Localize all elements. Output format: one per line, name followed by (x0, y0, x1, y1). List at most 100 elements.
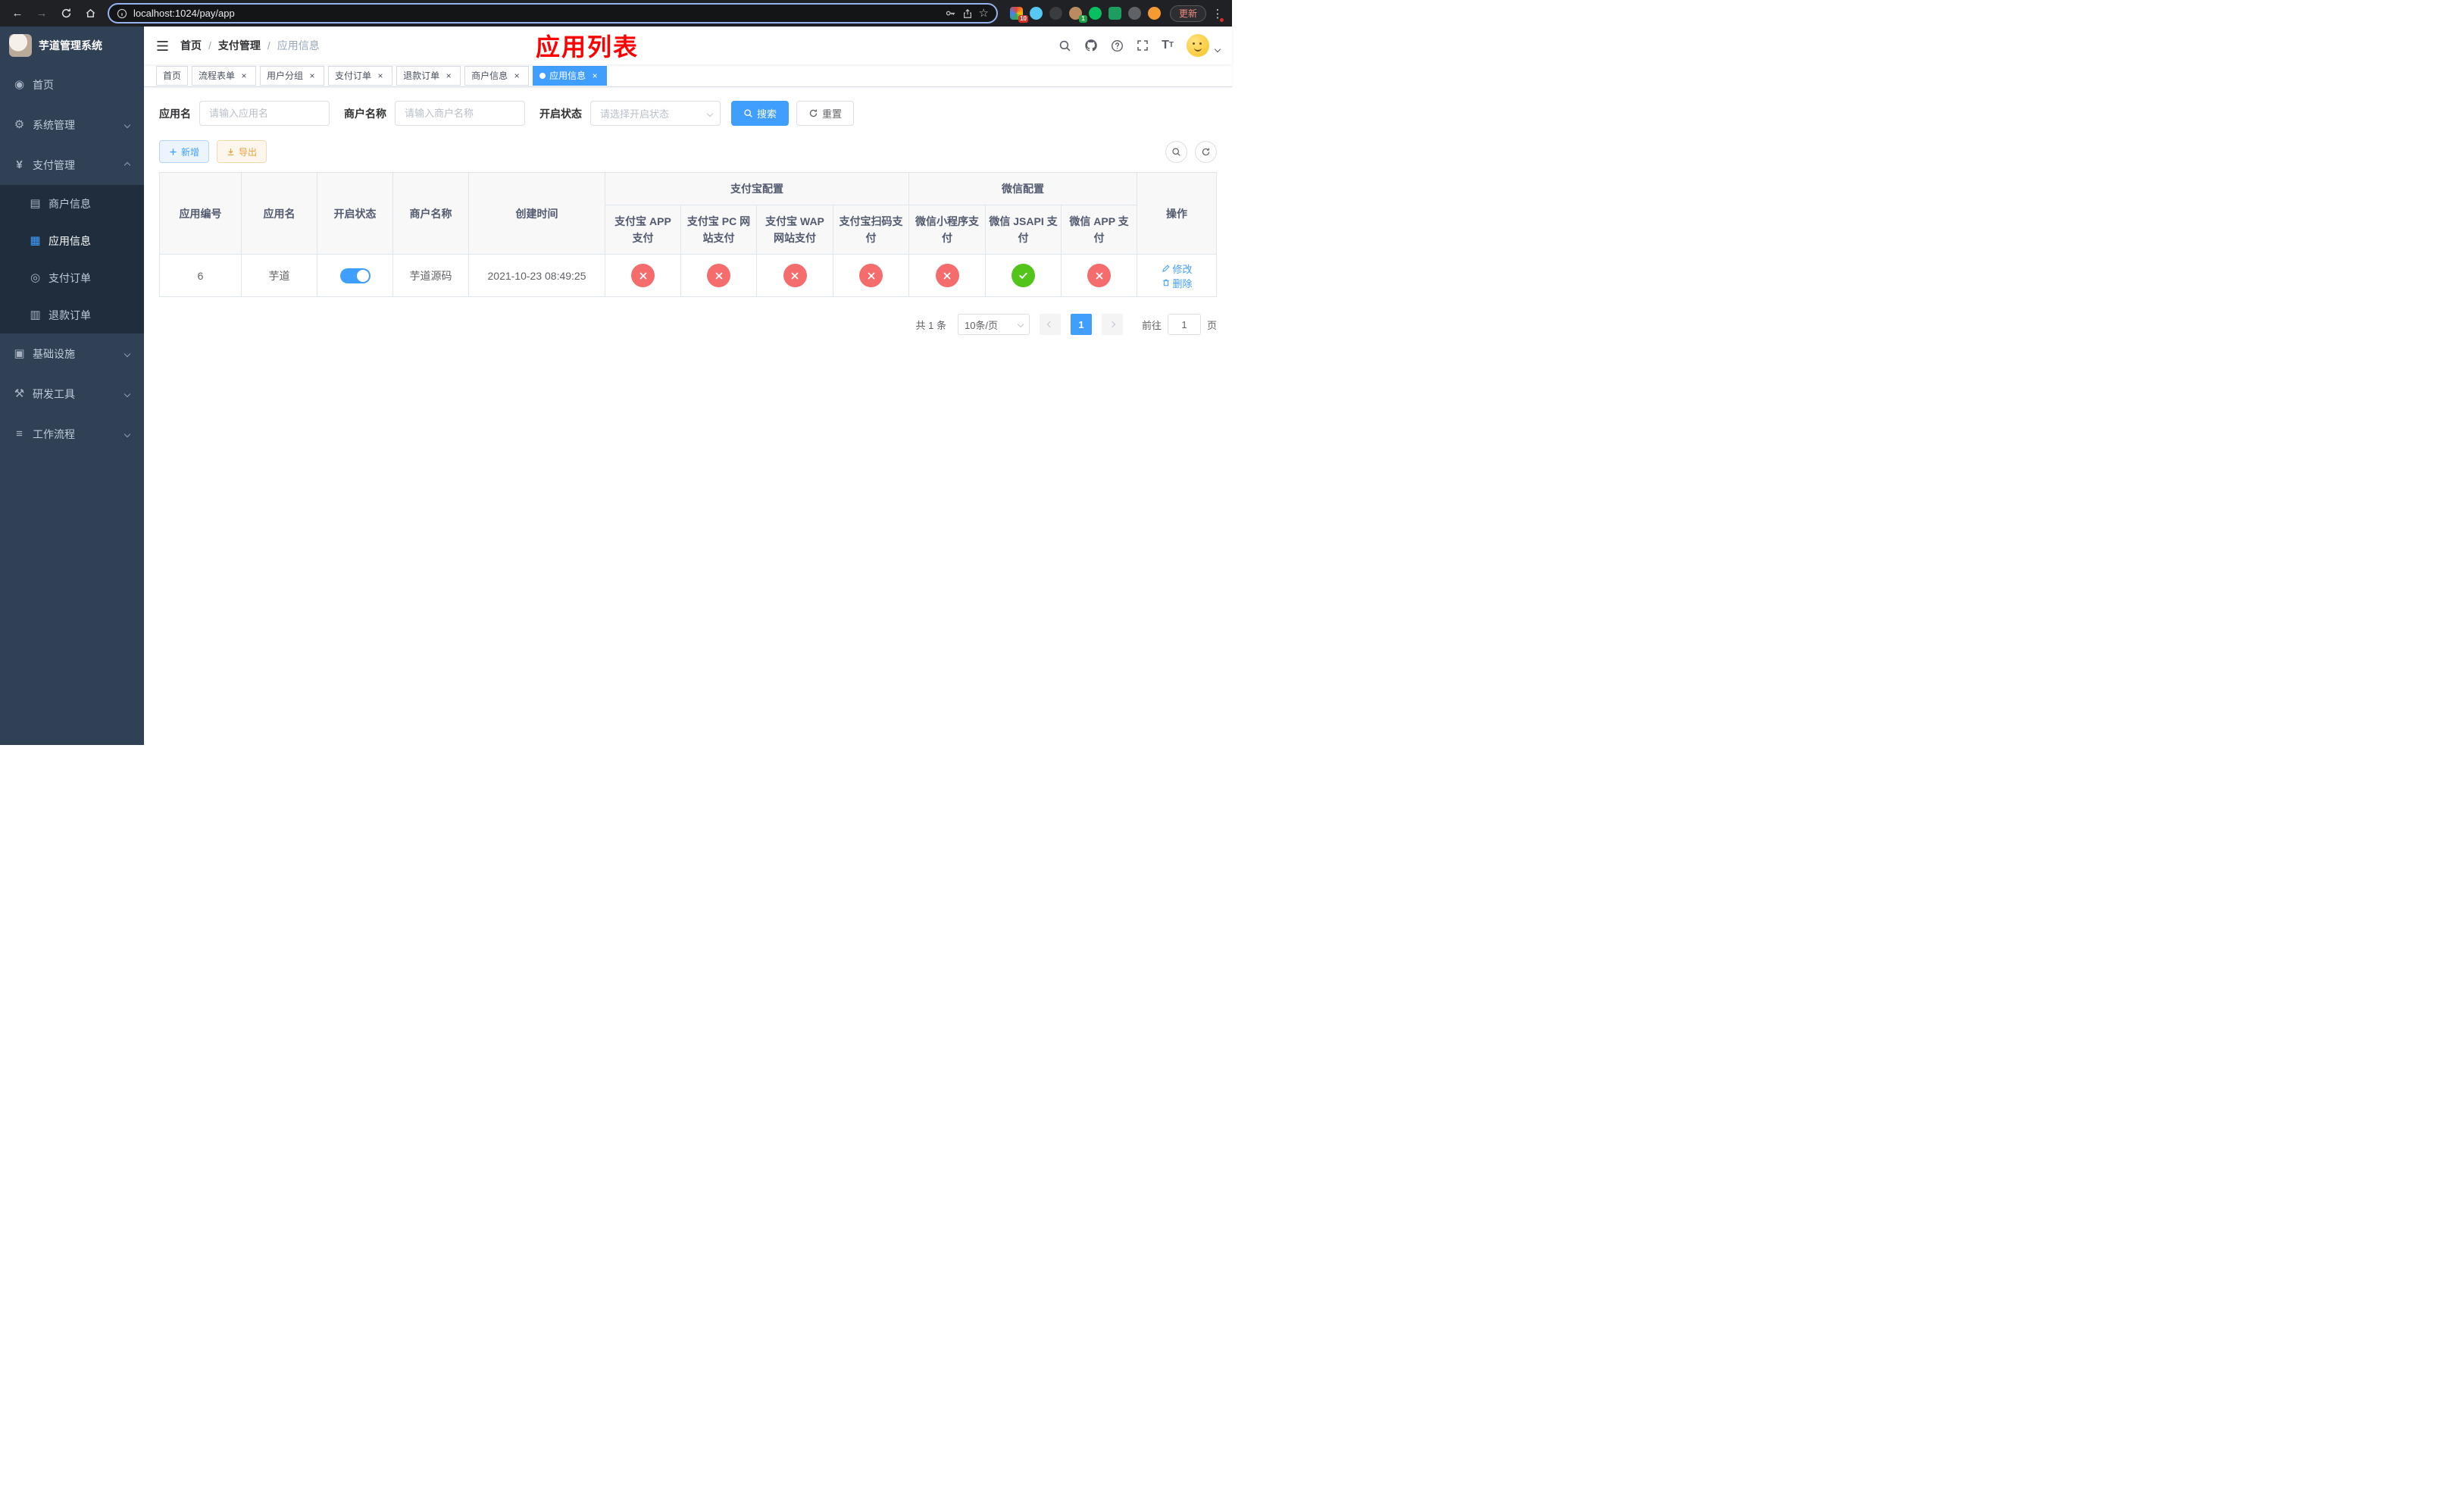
sidebar-menu: 首页 系统管理 支付管理 商户信息 应用信息 (0, 64, 144, 454)
export-button[interactable]: 导出 (217, 140, 267, 163)
status-select[interactable]: 请选择开启状态 (590, 101, 721, 126)
sidebar-item-merchant-info[interactable]: 商户信息 (0, 185, 144, 222)
extension-icon[interactable] (1147, 7, 1161, 20)
app-logo[interactable]: 芋道管理系统 (0, 27, 144, 64)
goto-label: 前往 (1141, 319, 1162, 331)
password-key-icon[interactable] (945, 8, 956, 19)
add-button[interactable]: 新增 (159, 140, 210, 163)
goto-page-input[interactable] (1167, 314, 1201, 335)
cell-created: 2021-10-23 08:49:25 (468, 254, 605, 297)
fullscreen-icon[interactable] (1137, 39, 1149, 52)
next-page-button[interactable] (1101, 314, 1123, 335)
browser-reload-icon[interactable] (56, 4, 76, 23)
avatar[interactable] (1187, 34, 1209, 57)
tab-merchant-info[interactable]: 商户信息 (464, 65, 530, 86)
app-table: 应用编号 应用名 开启状态 商户名称 创建时间 支付宝配置 微信配置 操作 支付… (159, 172, 1217, 297)
close-icon[interactable] (589, 70, 600, 81)
tab-home[interactable]: 首页 (156, 65, 189, 86)
sidebar-item-pay-order[interactable]: 支付订单 (0, 259, 144, 296)
refresh-icon (809, 109, 818, 117)
github-icon[interactable] (1084, 39, 1098, 52)
sidebar-item-dev-tools[interactable]: 研发工具 (0, 374, 144, 414)
sidebar-item-label: 基础设施 (33, 347, 75, 360)
search-form: 应用名 商户名称 开启状态 请选择开启状态 搜索 重置 (159, 101, 1217, 126)
search-icon (1172, 147, 1180, 156)
browser-menu-icon[interactable] (1211, 7, 1224, 22)
extension-icon[interactable]: 1 (1068, 7, 1087, 23)
breadcrumb-payment[interactable]: 支付管理 (218, 38, 261, 53)
font-size-icon[interactable] (1162, 39, 1174, 52)
status-badge (631, 264, 655, 287)
toggle-search-button[interactable] (1165, 140, 1187, 163)
page-number-current[interactable]: 1 (1070, 314, 1092, 335)
payment-submenu: 商户信息 应用信息 支付订单 退款订单 (0, 185, 144, 333)
pencil-icon (1162, 265, 1169, 272)
sidebar-item-label: 研发工具 (33, 387, 75, 400)
extension-icon[interactable] (1029, 7, 1043, 20)
trash-icon (1162, 279, 1169, 286)
extension-icon[interactable] (1127, 7, 1141, 20)
tab-refund-order[interactable]: 退款订单 (396, 65, 461, 86)
chrome-update-button[interactable]: 更新 (1169, 5, 1206, 22)
extension-icon[interactable]: 10 (1009, 7, 1028, 23)
delete-link[interactable]: 删除 (1162, 276, 1193, 290)
sidebar-toggle-icon[interactable] (156, 40, 169, 52)
extension-icon[interactable] (1088, 7, 1102, 20)
search-icon[interactable] (1058, 39, 1071, 52)
sidebar-item-refund-order[interactable]: 退款订单 (0, 296, 144, 333)
sidebar-item-infrastructure[interactable]: 基础设施 (0, 333, 144, 374)
bookmark-star-icon[interactable] (979, 8, 989, 19)
cross-icon (943, 272, 951, 279)
browser-back-icon[interactable] (8, 4, 27, 23)
edit-link[interactable]: 修改 (1162, 261, 1193, 276)
cell-name: 芋道 (241, 254, 317, 297)
app-name-input[interactable] (199, 101, 330, 126)
sidebar-item-system[interactable]: 系统管理 (0, 105, 144, 145)
cell-alipay-wap (756, 254, 833, 297)
page-size-select[interactable]: 10条/页 (957, 314, 1030, 335)
breadcrumb-current: 应用信息 (277, 39, 320, 52)
logo-image (9, 34, 32, 57)
url-text[interactable]: localhost:1024/pay/app (133, 8, 939, 19)
chevron-down-icon[interactable] (1214, 45, 1221, 53)
cell-wx-app (1060, 254, 1138, 297)
extension-icon[interactable] (1108, 7, 1121, 20)
help-icon[interactable] (1111, 39, 1124, 52)
tab-user-group[interactable]: 用户分组 (260, 65, 325, 86)
close-icon[interactable] (511, 70, 522, 81)
close-icon[interactable] (239, 70, 249, 81)
refresh-table-button[interactable] (1195, 140, 1217, 163)
sidebar-item-workflow[interactable]: 工作流程 (0, 414, 144, 454)
close-icon[interactable] (307, 70, 317, 81)
address-bar[interactable]: localhost:1024/pay/app (108, 3, 998, 23)
cross-icon (1096, 272, 1102, 279)
chevron-down-icon (1017, 321, 1024, 328)
browser-home-icon[interactable] (80, 4, 100, 23)
sidebar-item-app-info[interactable]: 应用信息 (0, 222, 144, 259)
sidebar-item-home[interactable]: 首页 (0, 64, 144, 105)
delete-link-label: 删除 (1172, 277, 1193, 290)
status-badge (783, 264, 807, 287)
column-header-status: 开启状态 (317, 172, 393, 255)
breadcrumb-home[interactable]: 首页 (180, 38, 202, 53)
status-label: 开启状态 (539, 107, 582, 120)
column-header-alipay-wap: 支付宝 WAP 网站支付 (756, 205, 833, 255)
close-icon[interactable] (443, 70, 454, 81)
close-icon[interactable] (375, 70, 386, 81)
chevron-down-icon (124, 121, 131, 128)
status-toggle[interactable] (339, 268, 371, 283)
share-icon[interactable] (962, 8, 973, 19)
merchant-name-input[interactable] (395, 101, 525, 126)
search-button[interactable]: 搜索 (731, 101, 790, 126)
tab-label: 用户分组 (267, 70, 304, 81)
refresh-icon (1202, 147, 1210, 155)
prev-page-button[interactable] (1039, 314, 1061, 335)
tab-flow-form[interactable]: 流程表单 (192, 65, 257, 86)
tab-app-info[interactable]: 应用信息 (533, 65, 608, 86)
tab-pay-order[interactable]: 支付订单 (328, 65, 393, 86)
browser-forward-icon[interactable] (32, 4, 52, 23)
site-info-icon[interactable] (117, 8, 127, 19)
extension-icon[interactable] (1049, 7, 1062, 20)
sidebar-item-payment[interactable]: 支付管理 (0, 145, 144, 185)
reset-button[interactable]: 重置 (796, 101, 855, 126)
